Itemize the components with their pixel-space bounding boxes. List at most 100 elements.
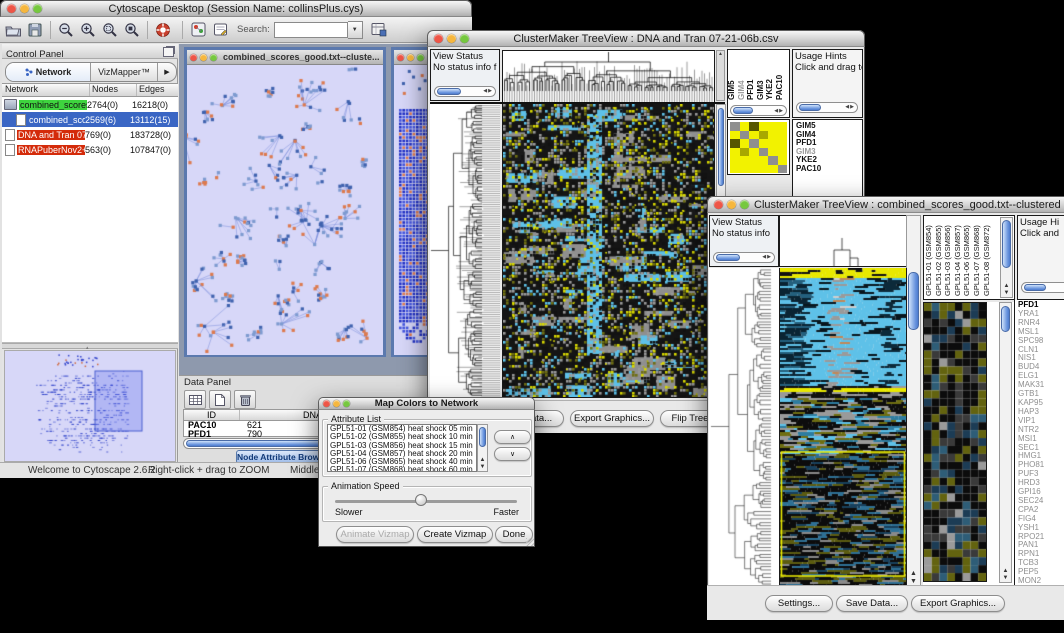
tab-vizmapper[interactable]: VizMapper™ — [91, 63, 158, 81]
tv1-usage-hints-panel: Usage Hints Click and drag to ◀▶ — [792, 49, 863, 118]
usage-hints-title: Usage Hi — [1020, 217, 1064, 228]
settings-button[interactable]: Settings... — [765, 595, 833, 612]
zoom-fit-icon[interactable] — [122, 20, 142, 40]
close-icon[interactable] — [434, 34, 443, 43]
tv2-column-dendrogram[interactable] — [779, 215, 907, 267]
close-icon[interactable] — [323, 400, 330, 407]
network-row-combined-scores[interactable]: combined_scores_ 2764(0) 16218(0) — [2, 97, 178, 112]
minimize-icon[interactable] — [333, 400, 340, 407]
close-icon[interactable] — [190, 54, 197, 61]
tv2-labels-vscrollbar[interactable]: ▲▼ — [1000, 217, 1013, 298]
toolbar-separator — [147, 21, 148, 39]
table-mode-icon[interactable] — [184, 390, 206, 409]
save-icon[interactable] — [25, 20, 45, 40]
tv1-column-dendrogram[interactable] — [502, 50, 715, 103]
tv1-hints-hscrollbar[interactable]: ◀▶ — [796, 102, 858, 113]
minimize-icon[interactable] — [20, 4, 29, 13]
usage-hints-title: Usage Hints — [795, 51, 860, 62]
attribute-list-vscrollbar[interactable]: ▲▼ — [477, 424, 488, 472]
animation-speed-group: Animation Speed Slower Faster — [322, 486, 532, 522]
minimize-icon[interactable] — [200, 54, 207, 61]
zoom-selected-icon[interactable] — [100, 20, 120, 40]
tv2-global-heatmap[interactable] — [779, 268, 907, 586]
tv1-corner-strip: ▲ — [716, 50, 725, 101]
minimize-icon[interactable] — [447, 34, 456, 43]
tv2-gene-vscrollbar[interactable]: ▲▼ — [999, 302, 1012, 583]
network-row-combined-sco-selected[interactable]: combined_sco 2569(6) 13112(15) — [2, 112, 178, 127]
close-icon[interactable] — [714, 200, 723, 209]
animation-speed-label: Animation Speed — [328, 481, 403, 491]
save-data-button[interactable]: Save Data... — [836, 595, 908, 612]
zoom-icon[interactable] — [210, 54, 217, 61]
create-vizmap-button[interactable]: Create Vizmap — [417, 526, 493, 543]
attribute-list[interactable]: GPL51-01 (GSM854) heat shock 05 minGPL51… — [327, 424, 477, 472]
annotation-icon[interactable] — [210, 20, 230, 40]
move-attribute-up-button[interactable]: ∧ — [494, 430, 531, 444]
resize-grip[interactable] — [526, 538, 534, 546]
zoom-icon[interactable] — [417, 54, 424, 61]
tv2-col-labels: GPL51-01 (GSM854)GPL51-02 (GSM855)GPL51-… — [924, 216, 998, 299]
move-attribute-down-button[interactable]: ∨ — [494, 447, 531, 461]
network-row-dna-tran[interactable]: DNA and Tran 07 769(0) 183728(0) — [2, 127, 178, 142]
tv2-status-hscrollbar[interactable]: ◀▶ — [713, 252, 775, 263]
new-attribute-icon[interactable] — [209, 390, 231, 409]
export-graphics-button[interactable]: Export Graphics... — [911, 595, 1005, 612]
tv1-heatmap[interactable] — [502, 104, 715, 398]
tv2-row-dendrogram[interactable] — [709, 268, 779, 585]
col-id: ID — [184, 410, 240, 420]
minimize-icon[interactable] — [727, 200, 736, 209]
panel-divider[interactable]: ▴ — [2, 343, 178, 349]
window-controls[interactable] — [7, 4, 42, 13]
submatrix-cell — [730, 148, 740, 157]
animate-vizmap-button[interactable]: Animate Vizmap — [336, 526, 414, 543]
submatrix-cell — [740, 165, 750, 174]
tv2-hints-hscrollbar[interactable]: ◀▶ — [1021, 282, 1064, 293]
dialog-titlebar[interactable]: Map Colors to Network — [318, 397, 535, 410]
tv1-labels-hscrollbar[interactable]: ◀▶ — [730, 105, 787, 116]
zoom-icon[interactable] — [33, 4, 42, 13]
network-view-canvas[interactable] — [187, 65, 383, 355]
tv1-status-hscrollbar[interactable]: ◀▶ — [434, 86, 496, 97]
vizmapper-icon[interactable] — [188, 20, 208, 40]
submatrix-cell — [768, 131, 778, 140]
float-panel-icon[interactable] — [163, 47, 174, 57]
search-dropdown-button[interactable]: ▼ — [348, 21, 363, 39]
network-frame[interactable]: combined_scores_good.txt--cluste... — [184, 47, 386, 357]
tv2-heatmap-vscrollbar[interactable]: ▲▼ — [906, 215, 921, 587]
network-overview-thumbnail[interactable] — [4, 350, 176, 462]
close-icon[interactable] — [397, 54, 404, 61]
zoom-icon[interactable] — [460, 34, 469, 43]
open-file-icon[interactable] — [3, 20, 23, 40]
tab-network[interactable]: Network — [6, 63, 91, 81]
zoom-in-icon[interactable] — [78, 20, 98, 40]
minimize-icon[interactable] — [407, 54, 414, 61]
main-titlebar[interactable]: Cytoscape Desktop (Session Name: collins… — [0, 0, 472, 17]
zoom-icon[interactable] — [740, 200, 749, 209]
status-zoom-hint: Right-click + drag to ZOOM — [148, 465, 269, 476]
usage-hints-text: Click and — [1020, 228, 1064, 239]
zoom-icon[interactable] — [343, 400, 350, 407]
tv1-submatrix[interactable] — [727, 119, 790, 175]
tabs-overflow-button[interactable]: ▶ — [158, 63, 176, 81]
tv1-row-dendrogram[interactable] — [430, 104, 500, 397]
close-icon[interactable] — [7, 4, 16, 13]
speed-slider-thumb[interactable] — [415, 494, 427, 506]
search-input[interactable] — [274, 22, 348, 38]
zoom-out-icon[interactable] — [56, 20, 76, 40]
submatrix-cell — [730, 122, 740, 131]
tv2-titlebar[interactable]: ClusterMaker TreeView : combined_scores_… — [707, 196, 1064, 213]
tv1-titlebar[interactable]: ClusterMaker TreeView : DNA and Tran 07-… — [427, 30, 865, 47]
attribute-browser-icon[interactable] — [369, 20, 389, 40]
attribute-item[interactable]: GPL51-07 (GSM868) heat shock 60 min — [330, 466, 476, 472]
tv2-zoom-heatmap[interactable] — [923, 302, 987, 582]
network-row-rnapuber[interactable]: RNAPuberNov2+! 563(0) 107847(0) — [2, 142, 178, 157]
delete-attribute-trash-icon[interactable] — [234, 390, 256, 409]
submatrix-cell — [749, 122, 759, 131]
tv2-view-status-panel: View Status No status info ◀▶ — [709, 215, 779, 267]
dialog-title: Map Colors to Network — [319, 398, 534, 409]
submatrix-cell — [759, 165, 769, 174]
tv2-col-label: GPL51-04 (GSM857) — [953, 225, 962, 296]
export-graphics-button[interactable]: Export Graphics... — [570, 410, 654, 427]
help-lifering-icon[interactable] — [153, 20, 173, 40]
submatrix-cell — [730, 131, 740, 140]
